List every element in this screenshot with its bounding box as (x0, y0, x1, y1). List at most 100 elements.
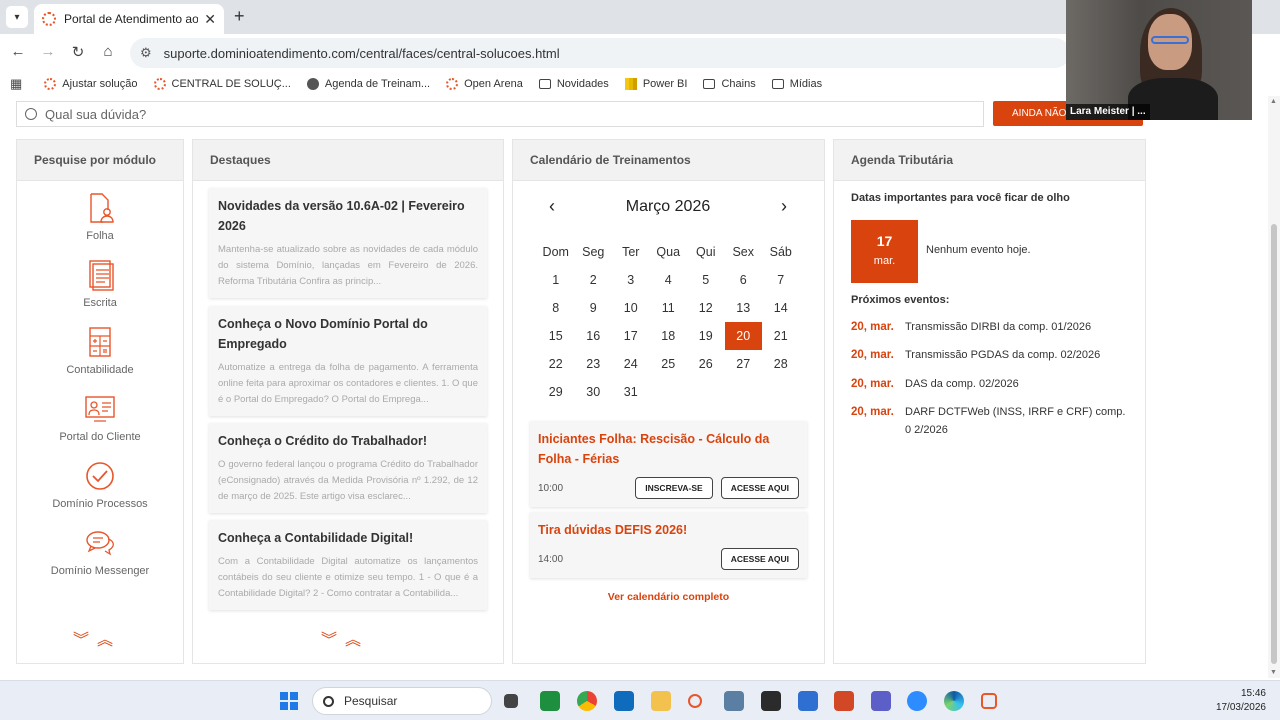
calendar-day[interactable]: 26 (687, 350, 725, 378)
calculator-app-icon[interactable] (724, 691, 744, 711)
tab-search-chevron-icon[interactable]: ▾ (6, 6, 28, 28)
teams-icon[interactable] (871, 691, 891, 711)
weekday-label: Sáb (769, 245, 792, 259)
taskbar-search[interactable]: Pesquisar (312, 687, 492, 715)
calendar-day[interactable]: 16 (575, 322, 613, 350)
edge-icon[interactable] (944, 691, 964, 711)
calendar-day[interactable]: 5 (687, 266, 725, 294)
calendar-panel: Calendário de Treinamentos ‹ Março 2026 … (512, 139, 825, 664)
module-folha[interactable]: Folha (17, 192, 183, 242)
calendar-day-highlighted[interactable]: 20 (724, 322, 762, 350)
calendar-day[interactable]: 13 (725, 294, 763, 322)
calendar-day[interactable]: 31 (612, 378, 650, 406)
module-contabilidade[interactable]: Contabilidade (17, 326, 183, 376)
chevron-double-down-icon[interactable]: ︾ (321, 632, 345, 649)
zoom-icon[interactable] (907, 691, 927, 711)
task-view-icon[interactable] (504, 694, 518, 708)
calendar-day[interactable]: 15 (537, 322, 575, 350)
bookmark-item[interactable]: Open Arena (446, 78, 523, 90)
apps-grid-icon[interactable]: ▦ (10, 76, 22, 92)
back-arrow-icon[interactable]: ← (8, 43, 28, 60)
module-dominio-processos[interactable]: Domínio Processos (17, 460, 183, 510)
module-escrita[interactable]: Escrita (17, 259, 183, 309)
scroll-up-icon[interactable]: ▲ (1270, 98, 1277, 105)
bookmark-item[interactable]: Novidades (538, 78, 609, 90)
event-title[interactable]: Tira dúvidas DEFIS 2026! (538, 520, 799, 540)
next-month-icon[interactable]: › (765, 196, 803, 217)
chevron-double-up-icon[interactable]: ︽ (345, 632, 369, 649)
calendar-day[interactable]: 19 (687, 322, 725, 350)
calendar-day[interactable]: 22 (537, 350, 575, 378)
calendar-day[interactable]: 14 (762, 294, 800, 322)
system-clock[interactable]: 15:46 17/03/2026 (1196, 687, 1266, 715)
highlight-card[interactable]: Conheça o Novo Domínio Portal do Emprega… (209, 306, 487, 416)
event-title[interactable]: Iniciantes Folha: Rescisão - Cálculo da … (538, 429, 799, 469)
bookmark-item[interactable]: Chains (703, 78, 756, 90)
calendar-day[interactable]: 28 (762, 350, 800, 378)
chrome-icon[interactable] (577, 691, 597, 711)
calendar-day[interactable]: 2 (575, 266, 613, 294)
highlight-card[interactable]: Conheça o Crédito do Trabalhador! O gove… (209, 423, 487, 513)
outlook-icon[interactable] (614, 691, 634, 711)
app-green-icon[interactable] (540, 691, 560, 711)
module-portal-cliente[interactable]: Portal do Cliente (17, 393, 183, 443)
browser-tab[interactable]: Portal de Atendimento ao Clien ✕ (34, 4, 224, 34)
address-bar[interactable]: ⚙ suporte.dominioatendimento.com/central… (130, 38, 1070, 68)
module-dominio-messenger[interactable]: Domínio Messenger (17, 527, 183, 577)
calendar-day[interactable]: 17 (612, 322, 650, 350)
windows-start-icon[interactable] (280, 692, 298, 710)
highlight-card[interactable]: Novidades da versão 10.6A-02 | Fevereiro… (209, 188, 487, 298)
calendar-day[interactable]: 6 (725, 266, 763, 294)
reload-icon[interactable]: ↻ (68, 43, 88, 61)
bookmark-item[interactable]: Ajustar solução (44, 78, 138, 90)
calendar-day[interactable]: 8 (537, 294, 575, 322)
chevron-double-up-icon[interactable]: ︽ (97, 632, 121, 649)
calendar-day[interactable]: 29 (537, 378, 575, 406)
forward-arrow-icon[interactable]: → (38, 43, 58, 60)
prev-month-icon[interactable]: ‹ (533, 196, 571, 217)
calendar-day[interactable]: 23 (575, 350, 613, 378)
scrollbar-thumb[interactable] (1271, 224, 1277, 664)
scroll-down-icon[interactable]: ▼ (1270, 669, 1277, 676)
bookmark-item[interactable]: Agenda de Treinam... (306, 78, 430, 90)
calendar-day[interactable]: 27 (725, 350, 763, 378)
calendar-day[interactable]: 21 (762, 322, 800, 350)
home-icon[interactable]: ⌂ (98, 43, 118, 60)
calendar-day[interactable]: 9 (575, 294, 613, 322)
bookmark-item[interactable]: Power BI (624, 78, 687, 90)
calendar-day[interactable]: 11 (650, 294, 688, 322)
highlight-card[interactable]: Conheça a Contabilidade Digital! Com a C… (209, 520, 487, 610)
calendar-day[interactable]: 24 (612, 350, 650, 378)
access-button[interactable]: ACESSE AQUI (720, 477, 799, 499)
agenda-item: 20, mar. DAS da comp. 02/2026 (851, 375, 1131, 393)
close-tab-icon[interactable]: ✕ (204, 11, 216, 28)
calendar-day[interactable]: 3 (612, 266, 650, 294)
calendar-day[interactable]: 10 (612, 294, 650, 322)
search-input[interactable]: Qual sua dúvida? (16, 101, 984, 127)
search-icon (25, 108, 37, 120)
app-dark-icon[interactable] (761, 691, 781, 711)
calendar-day[interactable]: 18 (650, 322, 688, 350)
new-tab-plus-icon[interactable]: + (234, 6, 245, 27)
notepad-icon[interactable] (798, 691, 818, 711)
calendar-day[interactable]: 30 (575, 378, 613, 406)
bookmark-item[interactable]: CENTRAL DE SOLUÇ... (153, 78, 291, 90)
full-calendar-link[interactable]: Ver calendário completo (513, 591, 824, 603)
powerpoint-icon[interactable] (834, 691, 854, 711)
file-explorer-icon[interactable] (651, 691, 671, 711)
subscribe-button[interactable]: INSCREVA-SE (635, 477, 713, 499)
snipping-tool-icon[interactable] (981, 693, 997, 709)
module-label: Portal do Cliente (59, 431, 141, 443)
calendar-day[interactable]: 25 (650, 350, 688, 378)
chevron-double-down-icon[interactable]: ︾ (73, 632, 97, 649)
access-button[interactable]: ACESSE AQUI (720, 548, 799, 570)
calendar-day[interactable]: 7 (762, 266, 800, 294)
calendar-day[interactable]: 4 (650, 266, 688, 294)
calendar-day[interactable]: 1 (537, 266, 575, 294)
bookmark-item[interactable]: Mídias (771, 78, 822, 90)
weekday-label: Seg (582, 245, 605, 259)
page-scrollbar[interactable]: ▲ ▼ (1268, 96, 1280, 678)
site-settings-icon[interactable]: ⚙ (140, 45, 152, 61)
calendar-day[interactable]: 12 (687, 294, 725, 322)
app-orange-icon[interactable] (688, 694, 702, 708)
